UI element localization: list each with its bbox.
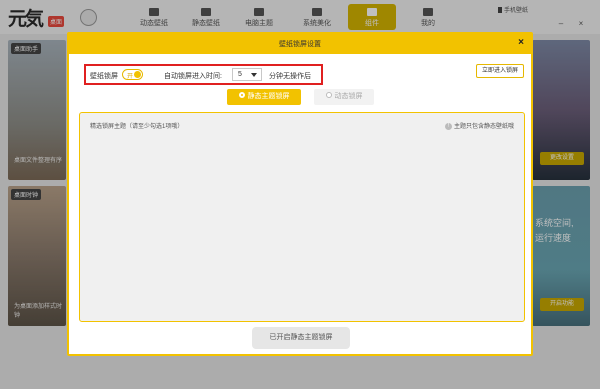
tab-dynamic-lock[interactable]: 动态锁屏 bbox=[314, 89, 374, 105]
dialog-title: 壁纸锁屏设置 bbox=[279, 41, 321, 48]
enable-static-lock-button[interactable]: 已开启静态主题锁屏 bbox=[252, 327, 350, 349]
auto-lock-label: 自动锁屏进入时间: bbox=[164, 73, 222, 80]
lock-settings-row: 壁纸锁屏 开 自动锁屏进入时间: 5 分钟无操作后 bbox=[84, 64, 323, 85]
theme-section-title: 精选锁屏主题（请至少勾选1项哦） bbox=[90, 124, 184, 130]
radio-selected-icon bbox=[238, 92, 245, 99]
dialog-header: 壁纸锁屏设置 × bbox=[69, 34, 531, 54]
lockscreen-toggle[interactable]: 开 bbox=[122, 69, 143, 80]
minutes-idle-label: 分钟无操作后 bbox=[269, 73, 311, 80]
auto-lock-minutes-select[interactable]: 5 bbox=[232, 68, 262, 81]
lock-mode-tabs: 静态主题锁屏 动态锁屏 bbox=[227, 89, 377, 105]
theme-note-text: 主题只包含静态壁纸哦 bbox=[453, 124, 514, 130]
tab-static-theme-lock[interactable]: 静态主题锁屏 bbox=[227, 89, 301, 105]
toggle-knob bbox=[134, 71, 141, 78]
lock-now-button[interactable]: 立即进入锁屏 bbox=[476, 64, 524, 78]
tab-label: 静态主题锁屏 bbox=[247, 93, 290, 100]
radio-unselected-icon bbox=[325, 92, 332, 99]
select-value: 5 bbox=[238, 71, 242, 78]
theme-selection-area: 精选锁屏主题（请至少勾选1项哦） ! 主题只包含静态壁纸哦 bbox=[79, 112, 525, 322]
lockscreen-label: 壁纸锁屏 bbox=[90, 73, 118, 80]
toggle-text: 开 bbox=[127, 74, 134, 80]
lockscreen-settings-dialog: 壁纸锁屏设置 × 壁纸锁屏 开 自动锁屏进入时间: 5 分钟无操作后 立即进入锁… bbox=[67, 32, 533, 356]
theme-note: ! 主题只包含静态壁纸哦 bbox=[444, 121, 514, 130]
info-icon: ! bbox=[444, 122, 452, 130]
tab-label: 动态锁屏 bbox=[334, 93, 363, 100]
chevron-down-icon bbox=[251, 73, 257, 77]
close-button[interactable]: × bbox=[518, 37, 524, 48]
